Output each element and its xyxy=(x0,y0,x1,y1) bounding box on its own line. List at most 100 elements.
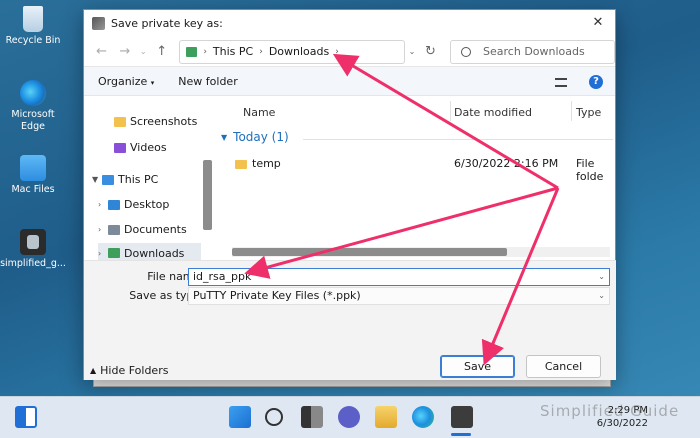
putty-icon xyxy=(20,229,46,255)
nav-item-label: Documents xyxy=(124,223,187,236)
desktop-icon-label: Recycle Bin xyxy=(5,35,61,46)
windows-start-icon[interactable] xyxy=(229,406,251,428)
cancel-button[interactable]: Cancel xyxy=(526,355,601,378)
widgets-icon[interactable] xyxy=(15,406,37,428)
save-button[interactable]: Save xyxy=(440,355,515,378)
save-options: File name: id_rsa_ppk ⌄ Save as type: Pu… xyxy=(84,260,616,380)
folder-icon xyxy=(235,160,247,169)
breadcrumb-downloads[interactable]: Downloads xyxy=(269,45,329,58)
file-name-label: File name: xyxy=(147,270,204,283)
address-row: ← → ⌄ ↑ › This PC › Downloads › ⌄ ↻ Sear… xyxy=(84,37,616,66)
nav-item-label: Screenshots xyxy=(130,115,198,128)
hide-folders-label: Hide Folders xyxy=(100,364,169,377)
chevron-right-icon[interactable]: › xyxy=(98,225,108,234)
downloads-icon xyxy=(186,46,198,57)
video-icon xyxy=(114,142,126,153)
desktop-icon-mac-files[interactable]: Mac Files xyxy=(0,155,66,196)
help-icon[interactable]: ? xyxy=(589,75,603,89)
group-label: Today (1) xyxy=(233,130,289,144)
pc-icon xyxy=(102,174,114,185)
folder-icon xyxy=(20,155,46,181)
crumb-separator: › xyxy=(259,46,263,57)
navigation-pane: Screenshots Videos ▼ This PC › Desktop ›… xyxy=(84,97,215,263)
column-divider xyxy=(450,101,451,121)
file-date: 6/30/2022 2:16 PM xyxy=(454,157,559,170)
file-list: Name Date modified Type ▼ Today (1) temp… xyxy=(215,97,616,260)
nav-item-videos[interactable]: Videos xyxy=(104,141,167,154)
up-arrow-icon[interactable]: ↑ xyxy=(150,40,173,64)
nav-item-this-pc[interactable]: ▼ This PC xyxy=(92,173,158,186)
active-app-indicator xyxy=(451,433,471,436)
chevron-down-icon[interactable]: ▼ xyxy=(92,175,102,184)
recycle-bin-icon xyxy=(23,6,43,32)
search-input[interactable]: Search Downloads xyxy=(450,39,616,64)
organize-button[interactable]: Organize ▾ xyxy=(98,75,154,88)
desktop-icon xyxy=(108,199,120,210)
file-type: File folde xyxy=(576,157,604,183)
desktop-icon-simplified[interactable]: simplified_g... xyxy=(0,229,66,270)
folder-icon xyxy=(114,116,126,127)
column-header-type[interactable]: Type xyxy=(576,106,601,119)
desktop-icon-label: Mac Files xyxy=(11,184,55,195)
clock-time: 2:29 PM xyxy=(607,405,648,416)
nav-scrollbar[interactable] xyxy=(203,160,212,230)
breadcrumb-this-pc[interactable]: This PC xyxy=(213,45,253,58)
clock-date: 6/30/2022 xyxy=(596,418,648,429)
desktop-icon-label: simplified_g... xyxy=(0,258,66,269)
desktop-icon-recycle-bin[interactable]: Recycle Bin xyxy=(0,6,66,47)
nav-item-screenshots[interactable]: Screenshots xyxy=(104,115,197,128)
recent-chevron-icon[interactable]: ⌄ xyxy=(137,40,151,64)
nav-item-label: Desktop xyxy=(124,198,170,211)
search-icon[interactable] xyxy=(265,408,283,426)
edge-icon[interactable] xyxy=(412,406,434,428)
command-bar: Organize ▾ New folder xyxy=(84,66,615,96)
forward-arrow-icon[interactable]: → xyxy=(113,40,136,64)
nav-item-label: This PC xyxy=(118,173,159,186)
address-bar[interactable]: › This PC › Downloads › xyxy=(179,39,406,64)
column-header-date[interactable]: Date modified xyxy=(454,106,532,119)
new-folder-button[interactable]: New folder xyxy=(178,75,237,88)
chevron-down-icon: ▾ xyxy=(150,78,155,87)
putty-icon xyxy=(92,17,105,30)
chevron-down-icon[interactable]: ⌄ xyxy=(598,269,605,285)
save-type-select[interactable]: PuTTY Private Key Files (*.ppk) ⌄ xyxy=(188,287,610,305)
desktop-icon-label: Microsoft Edge xyxy=(11,109,55,132)
file-explorer-icon[interactable] xyxy=(375,406,397,428)
column-header-name[interactable]: Name xyxy=(243,106,275,119)
chat-icon[interactable] xyxy=(338,406,360,428)
back-arrow-icon[interactable]: ← xyxy=(90,40,113,64)
crumb-separator[interactable]: › xyxy=(335,47,339,57)
close-button[interactable]: ✕ xyxy=(590,15,606,31)
desktop-icon-edge[interactable]: Microsoft Edge xyxy=(0,80,66,133)
scrollbar-thumb[interactable] xyxy=(232,248,507,256)
view-options-icon[interactable] xyxy=(555,78,567,87)
address-dropdown-icon[interactable]: ⌄ xyxy=(405,40,419,64)
system-clock[interactable]: 2:29 PM 6/30/2022 xyxy=(597,404,648,430)
organize-label: Organize xyxy=(98,74,148,88)
chevron-right-icon[interactable]: › xyxy=(98,200,108,209)
chevron-down-icon[interactable]: ⌄ xyxy=(598,288,605,304)
nav-item-desktop[interactable]: › Desktop xyxy=(98,198,169,211)
title-bar: Save private key as: xyxy=(84,10,615,37)
putty-icon[interactable] xyxy=(451,406,473,428)
horizontal-scrollbar[interactable] xyxy=(232,247,610,257)
task-view-icon[interactable] xyxy=(301,406,323,428)
column-divider xyxy=(571,101,572,121)
search-placeholder: Search Downloads xyxy=(483,45,585,58)
file-name: temp xyxy=(252,157,281,170)
documents-icon xyxy=(108,224,120,235)
group-header-today[interactable]: ▼ Today (1) xyxy=(221,130,289,144)
hide-folders-button[interactable]: ▲ Hide Folders xyxy=(90,364,168,377)
nav-item-documents[interactable]: › Documents xyxy=(98,223,187,236)
nav-item-label: Downloads xyxy=(124,246,185,260)
chevron-right-icon[interactable]: › xyxy=(98,249,108,258)
save-type-value: PuTTY Private Key Files (*.ppk) xyxy=(193,289,361,302)
file-name-field[interactable]: id_rsa_ppk ⌄ xyxy=(188,268,610,286)
save-type-label: Save as type: xyxy=(129,289,204,302)
refresh-icon[interactable]: ↻ xyxy=(419,40,442,64)
edge-icon xyxy=(20,80,46,106)
nav-item-label: Videos xyxy=(130,141,167,154)
dialog-title: Save private key as: xyxy=(111,17,223,30)
file-name-value: id_rsa_ppk xyxy=(193,270,252,283)
group-divider xyxy=(303,139,613,140)
